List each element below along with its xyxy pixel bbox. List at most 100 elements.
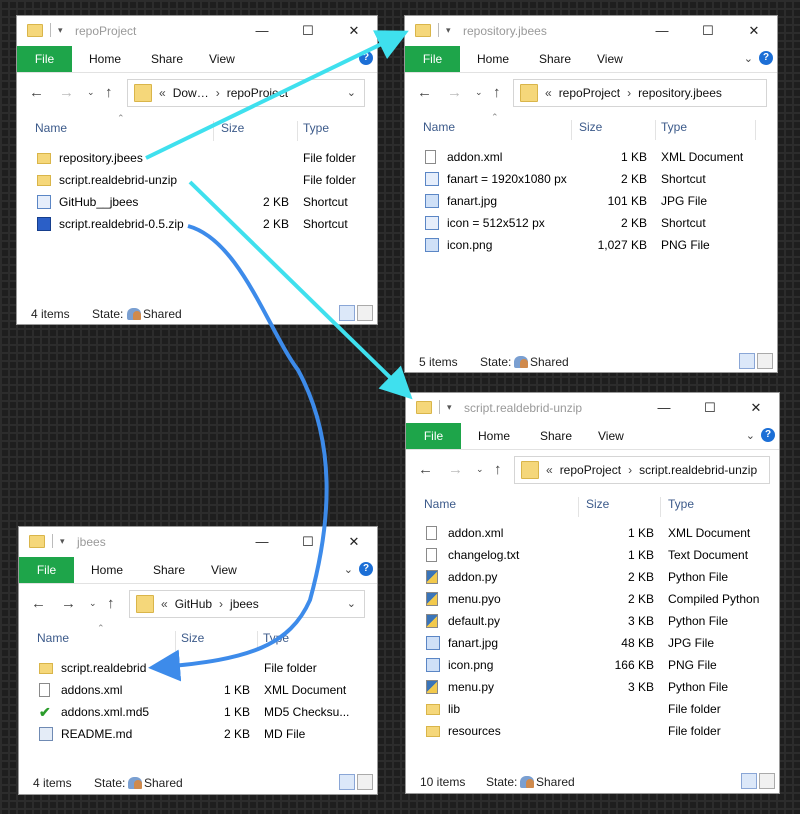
address-bar[interactable]: « GitHub › jbees ⌄ (129, 590, 365, 618)
overflow-chevron-icon[interactable]: « (546, 463, 553, 477)
column-divider[interactable] (175, 631, 176, 651)
tab-home[interactable]: Home (91, 563, 123, 577)
tab-file[interactable]: File (19, 557, 74, 583)
breadcrumb-item[interactable]: repoProject (559, 86, 620, 100)
list-item[interactable]: addon.xml 1 KB XML Document (425, 146, 775, 168)
column-divider[interactable] (655, 120, 656, 140)
column-divider[interactable] (257, 631, 258, 651)
breadcrumb-item[interactable]: repoProject (560, 463, 621, 477)
column-header-type[interactable]: Type (668, 491, 694, 517)
help-icon[interactable]: ? (759, 51, 773, 65)
tab-view[interactable]: View (598, 429, 624, 443)
list-item[interactable]: script.realdebrid-0.5.zip 2 KB Shortcut (37, 213, 367, 235)
recent-locations-icon[interactable]: ⌄ (89, 598, 97, 609)
tab-view[interactable]: View (209, 52, 235, 66)
tab-share[interactable]: Share (539, 52, 571, 66)
maximize-button[interactable]: ☐ (685, 16, 731, 46)
column-header-type[interactable]: Type (263, 625, 289, 651)
details-view-icon[interactable] (339, 774, 355, 790)
list-item[interactable]: icon.png 166 KB PNG File (426, 654, 776, 676)
column-divider[interactable] (578, 497, 579, 517)
up-arrow-icon[interactable]: ↑ (107, 595, 115, 612)
tab-file[interactable]: File (405, 46, 460, 72)
tab-home[interactable]: Home (478, 429, 510, 443)
tab-home[interactable]: Home (477, 52, 509, 66)
list-item[interactable]: default.py 3 KB Python File (426, 610, 776, 632)
large-icons-view-icon[interactable] (759, 773, 775, 789)
minimize-button[interactable]: — (641, 393, 687, 423)
back-arrow-icon[interactable]: ← (417, 84, 432, 101)
details-view-icon[interactable] (741, 773, 757, 789)
list-item[interactable]: changelog.txt 1 KB Text Document (426, 544, 776, 566)
column-divider[interactable] (297, 121, 298, 141)
recent-locations-icon[interactable]: ⌄ (87, 87, 95, 98)
close-button[interactable]: ✕ (733, 393, 779, 423)
column-header-name[interactable]: Name (424, 491, 456, 517)
quick-access-dropdown-icon[interactable]: ▾ (446, 25, 451, 36)
list-item[interactable]: resources File folder (426, 720, 776, 742)
column-header-size[interactable]: Size (586, 491, 609, 517)
help-icon[interactable]: ? (359, 562, 373, 576)
column-divider[interactable] (660, 497, 661, 517)
column-header-name[interactable]: Name (37, 625, 69, 651)
list-item[interactable]: script.realdebrid-unzip File folder (37, 169, 367, 191)
tab-file[interactable]: File (17, 46, 72, 72)
tab-share[interactable]: Share (153, 563, 185, 577)
column-divider[interactable] (755, 120, 756, 140)
maximize-button[interactable]: ☐ (285, 16, 331, 46)
address-bar[interactable]: « Dow… › repoProject ⌄ (127, 79, 365, 107)
list-item[interactable]: GitHub__jbees 2 KB Shortcut (37, 191, 367, 213)
column-header-size[interactable]: Size (181, 625, 204, 651)
column-header-name[interactable]: Name (35, 115, 67, 141)
list-item[interactable]: script.realdebrid File folder (39, 657, 369, 679)
recent-locations-icon[interactable]: ⌄ (476, 464, 484, 475)
list-item[interactable]: fanart.jpg 101 KB JPG File (425, 190, 775, 212)
column-header-size[interactable]: Size (579, 114, 602, 140)
list-item[interactable]: fanart.jpg 48 KB JPG File (426, 632, 776, 654)
overflow-chevron-icon[interactable]: « (159, 86, 166, 100)
maximize-button[interactable]: ☐ (687, 393, 733, 423)
ribbon-expand-icon[interactable]: ⌄ (746, 429, 755, 442)
forward-arrow-icon[interactable]: → (447, 84, 462, 101)
back-arrow-icon[interactable]: ← (29, 84, 44, 101)
quick-access-dropdown-icon[interactable]: ▾ (60, 536, 65, 547)
list-item[interactable]: fanart = 1920x1080 px 2 KB Shortcut (425, 168, 775, 190)
overflow-chevron-icon[interactable]: « (161, 597, 168, 611)
tab-file[interactable]: File (406, 423, 461, 449)
breadcrumb-item[interactable]: GitHub (175, 597, 212, 611)
tab-share[interactable]: Share (540, 429, 572, 443)
address-bar[interactable]: « repoProject › repository.jbees (513, 79, 767, 107)
overflow-chevron-icon[interactable]: « (545, 86, 552, 100)
large-icons-view-icon[interactable] (357, 774, 373, 790)
column-header-name[interactable]: Name (423, 114, 455, 140)
list-item[interactable]: menu.pyo 2 KB Compiled Python (426, 588, 776, 610)
minimize-button[interactable]: — (239, 16, 285, 46)
column-header-size[interactable]: Size (221, 115, 244, 141)
forward-arrow-icon[interactable]: → (59, 84, 74, 101)
tab-share[interactable]: Share (151, 52, 183, 66)
address-dropdown-icon[interactable]: ⌄ (347, 597, 356, 610)
column-header-type[interactable]: Type (303, 115, 329, 141)
tab-home[interactable]: Home (89, 52, 121, 66)
breadcrumb-item[interactable]: Dow… (173, 86, 209, 100)
back-arrow-icon[interactable]: ← (418, 461, 433, 478)
minimize-button[interactable]: — (639, 16, 685, 46)
address-dropdown-icon[interactable]: ⌄ (347, 86, 356, 99)
column-divider[interactable] (213, 121, 214, 141)
back-arrow-icon[interactable]: ← (31, 595, 46, 612)
list-item[interactable]: repository.jbees File folder (37, 147, 367, 169)
quick-access-dropdown-icon[interactable]: ▾ (58, 25, 63, 36)
list-item[interactable]: icon = 512x512 px 2 KB Shortcut (425, 212, 775, 234)
up-arrow-icon[interactable]: ↑ (105, 84, 113, 101)
tab-view[interactable]: View (211, 563, 237, 577)
list-item[interactable]: lib File folder (426, 698, 776, 720)
list-item[interactable]: menu.py 3 KB Python File (426, 676, 776, 698)
breadcrumb-item[interactable]: script.realdebrid-unzip (639, 463, 757, 477)
up-arrow-icon[interactable]: ↑ (493, 84, 501, 101)
list-item[interactable]: addons.xml 1 KB XML Document (39, 679, 369, 701)
list-item[interactable]: addon.xml 1 KB XML Document (426, 522, 776, 544)
maximize-button[interactable]: ☐ (285, 527, 331, 557)
column-header-type[interactable]: Type (661, 114, 687, 140)
quick-access-dropdown-icon[interactable]: ▾ (447, 402, 452, 413)
breadcrumb-item[interactable]: repoProject (227, 86, 288, 100)
